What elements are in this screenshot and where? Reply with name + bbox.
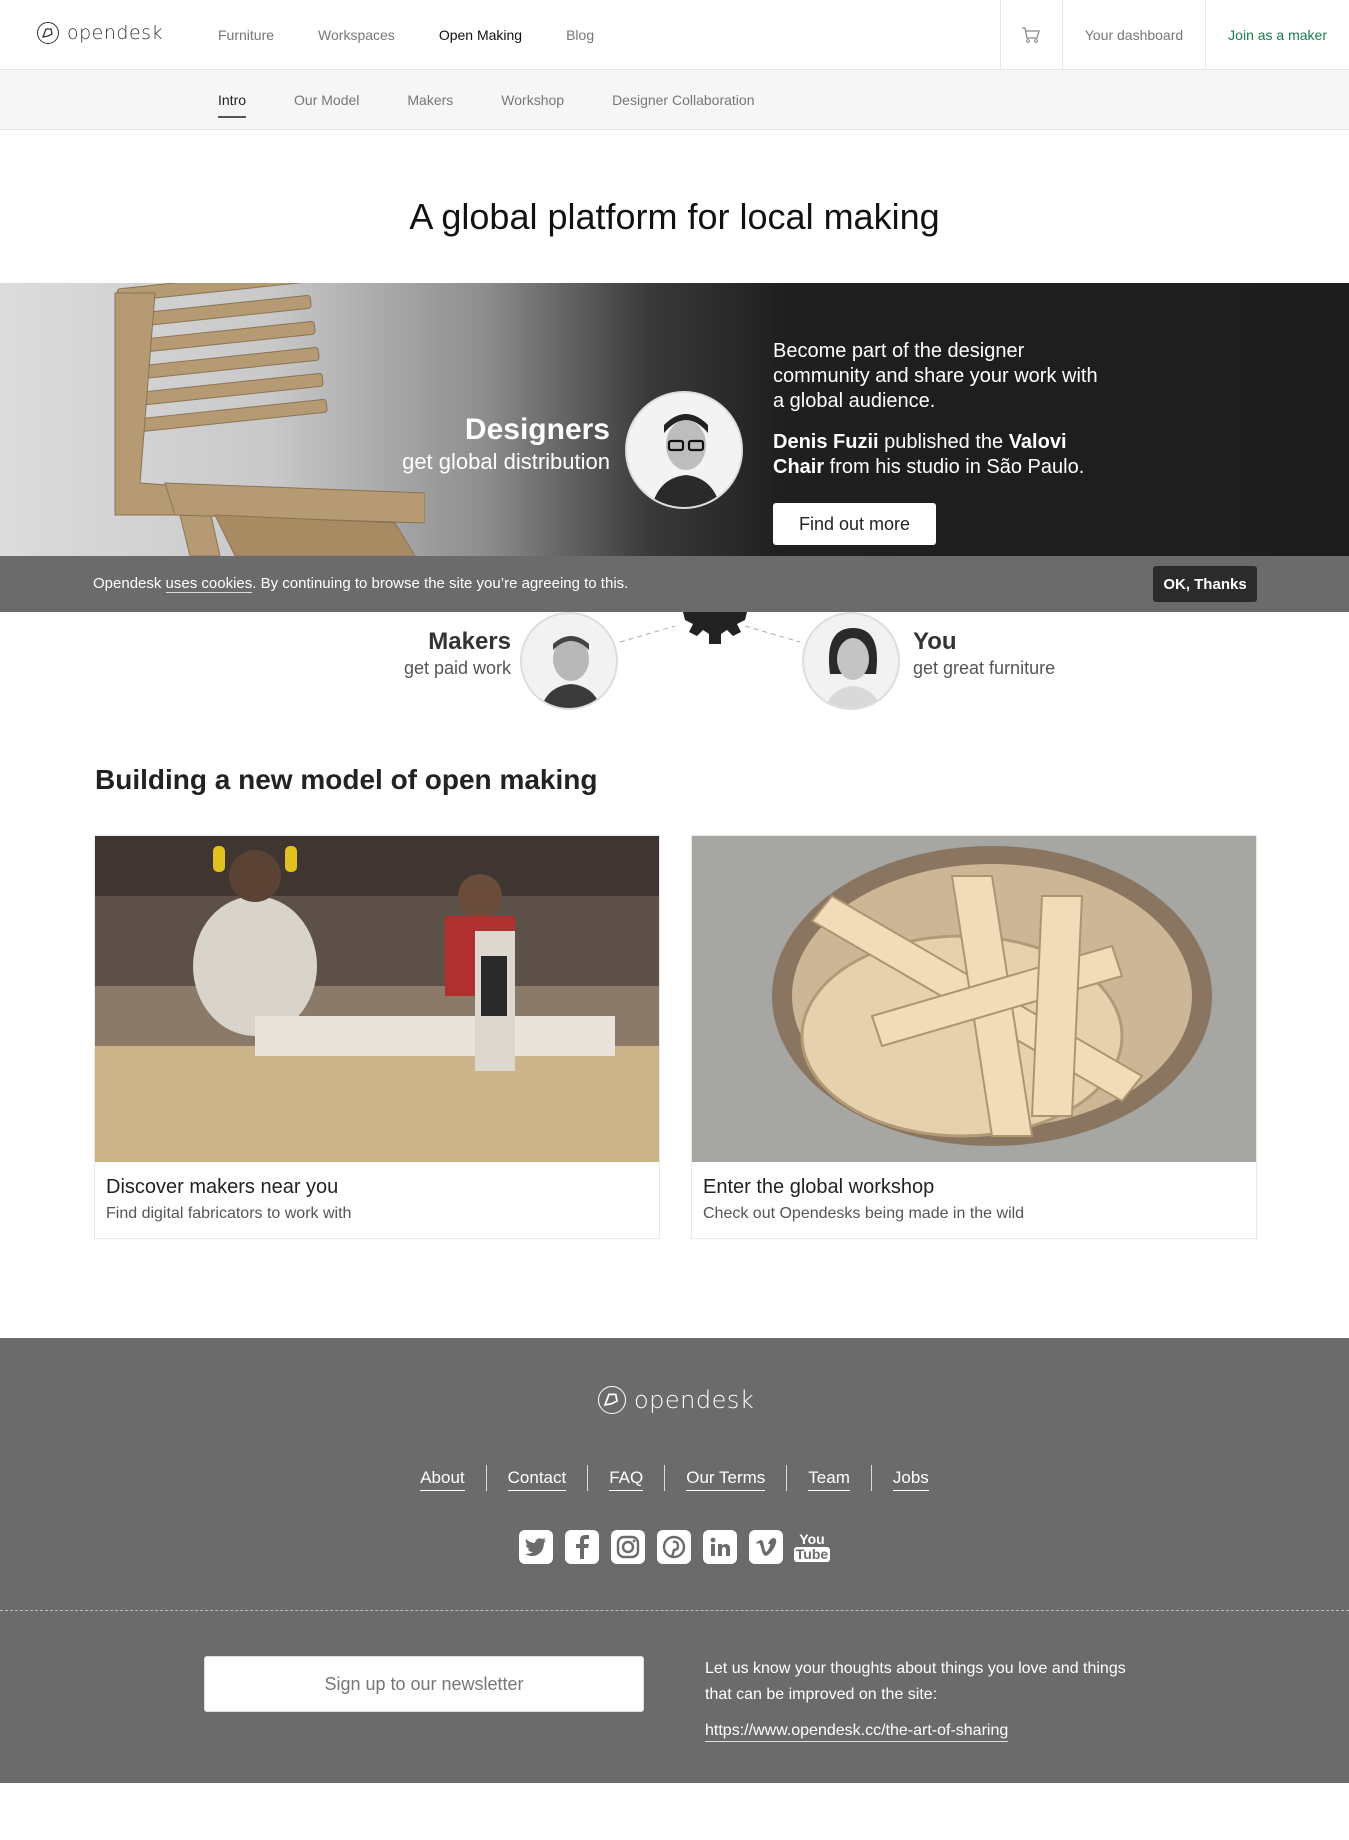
site-header: opendesk Furniture Workspaces Open Makin… (0, 0, 1349, 70)
divider (485, 1465, 487, 1491)
twitter-icon[interactable] (519, 1530, 553, 1564)
facebook-icon[interactable] (565, 1530, 599, 1564)
footer-link-faq[interactable]: FAQ (609, 1468, 644, 1491)
cookie-policy-link[interactable]: uses cookies (165, 575, 253, 593)
designer-avatar (625, 391, 743, 509)
banner-intro: Become part of the designer community an… (773, 340, 1098, 412)
footer-divider (0, 1610, 1349, 1611)
opendesk-logo[interactable]: opendesk (37, 22, 163, 44)
makers-card-title: Discover makers near you (106, 1176, 339, 1198)
chair-image (114, 283, 425, 556)
site-footer: opendesk About Contact FAQ Our Terms Tea… (0, 1338, 1349, 1783)
join-maker-link[interactable]: Join as a maker (1205, 0, 1349, 70)
makers-label: Makers get paid work (403, 628, 511, 678)
logo-mark-icon (37, 22, 59, 44)
nav-open-making[interactable]: Open Making (439, 27, 522, 43)
feedback-text: Let us know your thoughts about things y… (705, 1660, 1126, 1703)
makers-card-subtitle: Find digital fabricators to work with (106, 1205, 352, 1222)
designers-subheading: get global distribution (402, 449, 610, 474)
sub-nav: Intro Our Model Makers Workshop Designer… (0, 70, 1349, 130)
divider (786, 1465, 788, 1491)
instagram-icon[interactable] (611, 1530, 645, 1564)
cart-icon (1022, 27, 1041, 43)
find-out-more-button[interactable]: Find out more (773, 503, 936, 545)
page-title: A global platform for local making (409, 196, 940, 237)
you-avatar (802, 612, 900, 710)
footer-link-jobs[interactable]: Jobs (892, 1468, 929, 1491)
tab-makers[interactable]: Makers (407, 70, 453, 130)
footer-link-team[interactable]: Team (808, 1468, 850, 1491)
header-actions: Your dashboard Join as a maker (999, 0, 1349, 70)
workshop-card-image (692, 836, 1256, 1162)
tab-our-model[interactable]: Our Model (294, 70, 359, 130)
you-label: You get great furniture (913, 628, 1056, 678)
dashboard-link[interactable]: Your dashboard (1061, 0, 1205, 70)
makers-card-image (95, 836, 659, 1162)
nav-blog[interactable]: Blog (566, 27, 594, 43)
section-title: Building a new model of open making (95, 764, 598, 795)
main-nav: Furniture Workspaces Open Making Blog (218, 0, 594, 70)
newsletter-signup-button[interactable]: Sign up to our newsletter (204, 1656, 644, 1712)
footer-link-terms[interactable]: Our Terms (686, 1468, 766, 1491)
workshop-card[interactable]: Enter the global workshop Check out Open… (691, 835, 1257, 1239)
gear-icon (683, 612, 747, 644)
workshop-card-title: Enter the global workshop (703, 1176, 935, 1198)
footer-link-about[interactable]: About (420, 1468, 465, 1491)
cookie-accept-button[interactable]: OK, Thanks (1153, 566, 1257, 602)
youtube-icon[interactable]: You Tube (793, 1530, 831, 1564)
banner-copy: Become part of the designer community an… (773, 339, 1113, 480)
footer-logo-text: opendesk (634, 1386, 755, 1414)
maker-avatar (520, 612, 618, 710)
makers-card[interactable]: Discover makers near you Find digital fa… (94, 835, 660, 1239)
nav-workspaces[interactable]: Workspaces (318, 27, 395, 43)
tab-workshop[interactable]: Workshop (501, 70, 564, 130)
pinterest-icon[interactable] (657, 1530, 691, 1564)
divider (587, 1465, 589, 1491)
banner-story: Denis Fuzii published the Valovi Chair f… (773, 431, 1085, 478)
cookie-bar: Opendesk uses cookies. By continuing to … (0, 556, 1349, 612)
vimeo-icon[interactable] (749, 1530, 783, 1564)
workshop-card-subtitle: Check out Opendesks being made in the wi… (703, 1205, 1025, 1222)
tab-intro[interactable]: Intro (218, 70, 247, 130)
footer-link-contact[interactable]: Contact (507, 1468, 567, 1491)
feedback-link[interactable]: https://www.opendesk.cc/the-art-of-shari… (705, 1722, 1009, 1742)
divider (870, 1465, 872, 1491)
logo-text: opendesk (67, 22, 164, 44)
social-links: You Tube (519, 1530, 831, 1564)
footer-logo-mark-icon (598, 1386, 626, 1414)
linkedin-icon[interactable] (703, 1530, 737, 1564)
designers-banner: Designers get global distribution Become… (0, 283, 1349, 556)
cookie-message: Opendesk uses cookies. By continuing to … (93, 575, 629, 593)
nav-furniture[interactable]: Furniture (218, 27, 274, 43)
divider (664, 1465, 666, 1491)
designers-heading: Designers (464, 413, 610, 446)
footer-links: About Contact FAQ Our Terms Team Jobs (0, 1465, 1349, 1491)
footer-logo[interactable]: opendesk (598, 1386, 754, 1414)
designers-heading-group: Designers get global distribution (402, 413, 610, 475)
tab-designer-collaboration[interactable]: Designer Collaboration (612, 70, 754, 130)
ecosystem-diagram: Makers get paid work You get great furni… (0, 612, 1349, 712)
cart-button[interactable] (999, 0, 1062, 70)
